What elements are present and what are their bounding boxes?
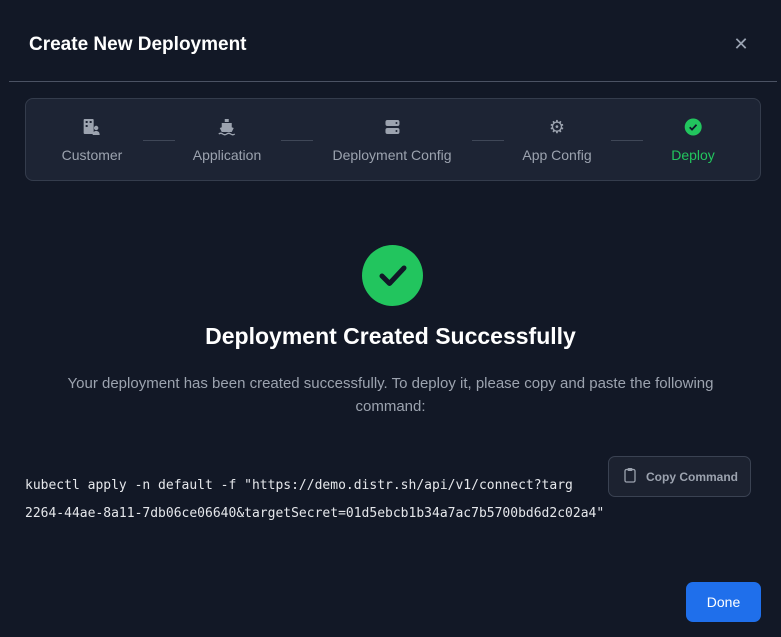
divider <box>9 81 777 82</box>
step-deployment-config: Deployment Config <box>332 117 452 163</box>
dialog-header: Create New Deployment ✕ <box>0 0 781 82</box>
stepper: Customer Application Deployment Config ⚙… <box>25 98 761 181</box>
clipboard-icon <box>624 467 636 486</box>
copy-command-button[interactable]: Copy Command <box>608 456 751 497</box>
step-application: Application <box>192 117 262 163</box>
step-label: Customer <box>61 147 123 163</box>
step-app-config: ⚙ App Config <box>522 116 592 164</box>
step-label: Deploy <box>671 147 715 163</box>
command-line: 2264-44ae-8a11-7db06ce06640&targetSecret… <box>25 506 605 521</box>
step-label: Application <box>192 147 262 163</box>
command-line: kubectl apply -n default -f "https://dem… <box>25 478 573 493</box>
step-connector <box>281 140 313 141</box>
step-deploy: Deploy <box>671 117 715 163</box>
step-connector <box>143 140 175 141</box>
server-icon <box>382 117 402 137</box>
copy-command-label: Copy Command <box>646 469 739 484</box>
done-button[interactable]: Done <box>686 582 761 622</box>
dialog-title: Create New Deployment <box>29 34 247 55</box>
step-connector <box>472 140 504 141</box>
success-description: Your deployment has been created success… <box>67 375 714 415</box>
success-heading: Deployment Created Successfully <box>205 323 576 349</box>
step-customer: Customer <box>61 117 123 163</box>
success-check-icon <box>362 245 423 306</box>
building-user-icon <box>82 117 102 137</box>
command-block[interactable]: kubectl apply -n default -f "https://dem… <box>25 472 665 528</box>
check-circle-icon <box>683 117 703 137</box>
step-connector <box>611 140 643 141</box>
ship-icon <box>217 117 237 137</box>
close-icon[interactable]: ✕ <box>731 34 751 54</box>
gear-icon: ⚙ <box>548 116 566 137</box>
step-label: Deployment Config <box>332 147 452 163</box>
step-label: App Config <box>522 147 592 163</box>
